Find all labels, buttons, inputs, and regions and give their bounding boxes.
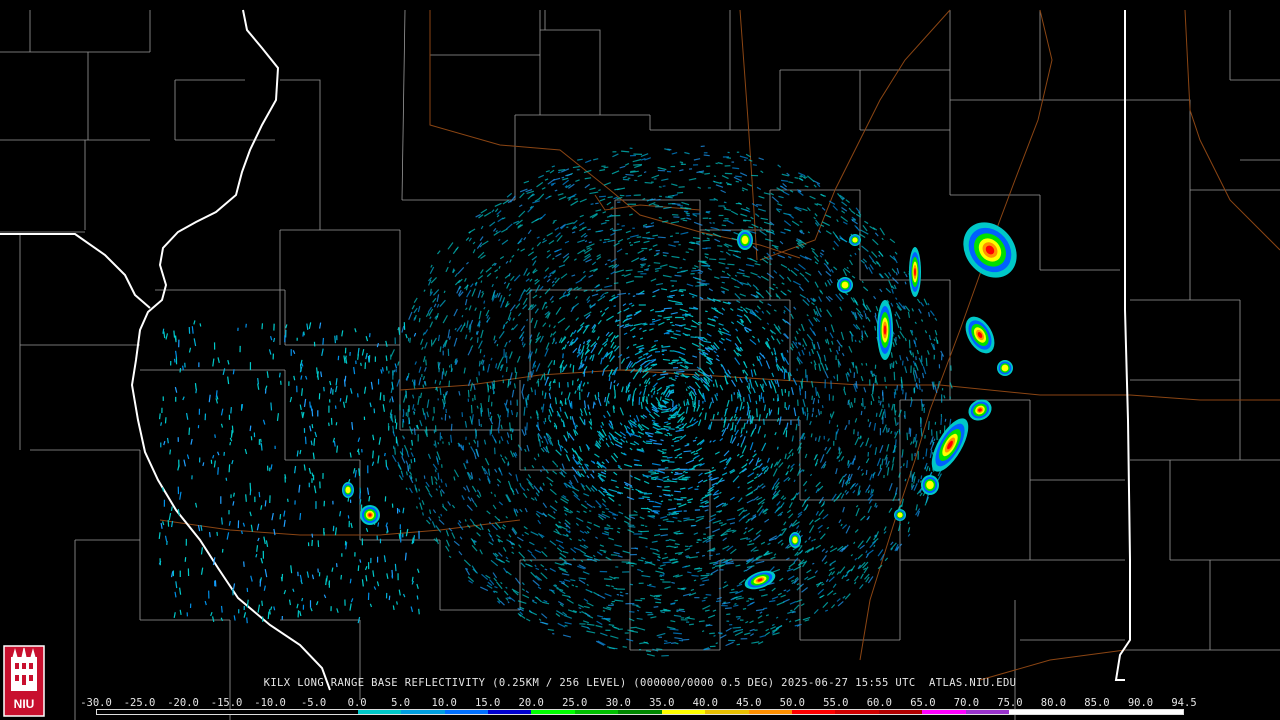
colorbar-label: 10.0 (431, 697, 457, 709)
colorbar-label: 40.0 (692, 697, 718, 709)
colorbar-segment (140, 710, 184, 714)
product-title: KILX LONG RANGE BASE REFLECTIVITY (0.25K… (263, 677, 1017, 689)
storm-cell (897, 512, 903, 518)
state-boundaries (0, 9, 1131, 691)
colorbar-segment (835, 710, 879, 714)
colorbar-label: -5.0 (300, 697, 327, 709)
colorbar-labels: -30.0 -25.0 -20.0 -15.0 -10.0 -5.0 0.0 5.0 10.0 1… (80, 697, 1196, 709)
colorbar-segment (531, 710, 575, 714)
colorbar-label: 55.0 (823, 697, 849, 709)
colorbar-segment (357, 710, 402, 714)
storm-cell (914, 268, 916, 276)
colorbar-label: 70.0 (953, 697, 980, 709)
colorbar-label: 85.0 (1084, 697, 1110, 709)
colorbar (96, 709, 1184, 715)
colorbar-label: 15.0 (475, 697, 501, 709)
storm-cell (792, 536, 798, 544)
colorbar-label: 20.0 (518, 697, 544, 709)
colorbar-segment (270, 710, 315, 714)
colorbar-label: 80.0 (1040, 697, 1067, 709)
colorbar-label: 50.0 (779, 697, 805, 709)
storm-cell (368, 513, 372, 517)
colorbar-segment (1052, 710, 1097, 714)
storm-cell (841, 281, 849, 289)
colorbar-label: 30.0 (605, 697, 631, 709)
storm-cell (741, 235, 749, 245)
colorbar-label: 0.0 (347, 697, 367, 709)
colorbar-segment (401, 710, 445, 714)
colorbar-label: 75.0 (997, 697, 1023, 709)
colorbar-segment (444, 710, 488, 714)
colorbar-segment (792, 710, 836, 714)
colorbar-label: -20.0 (167, 697, 199, 709)
radar-map (0, 9, 1280, 720)
colorbar-segment (922, 710, 966, 714)
colorbar-segment (574, 710, 619, 714)
colorbar-label: 25.0 (562, 697, 588, 709)
colorbar-segment (1139, 710, 1183, 714)
colorbar-segment (314, 710, 358, 714)
colorbar-label: -10.0 (254, 697, 286, 709)
colorbar-segment (618, 710, 662, 714)
colorbar-segment (97, 710, 141, 714)
colorbar-segment (487, 710, 532, 714)
colorbar-label: 35.0 (649, 697, 675, 709)
colorbar-label: -15.0 (210, 697, 243, 709)
colorbar-segment (878, 710, 923, 714)
storm-cell (883, 325, 887, 335)
colorbar-segment (661, 710, 706, 714)
colorbar-label: 90.0 (1127, 697, 1154, 709)
colorbar-segment (748, 710, 792, 714)
colorbar-label: -30.0 (80, 697, 112, 709)
reflectivity-echoes (158, 145, 1017, 657)
storm-cell (345, 486, 351, 494)
colorbar-label: 5.0 (391, 697, 411, 709)
colorbar-segment (183, 710, 228, 714)
colorbar-segment (965, 710, 1010, 714)
colorbar-segment (1096, 710, 1140, 714)
colorbar-segment (227, 710, 271, 714)
colorbar-segment (705, 710, 749, 714)
storm-cell (1001, 364, 1009, 372)
niu-logo: NIU (3, 645, 45, 717)
storm-cell (852, 237, 858, 243)
logo-text: NIU (14, 697, 35, 711)
colorbar-label: 45.0 (736, 697, 762, 709)
colorbar-segment (1009, 710, 1053, 714)
colorbar-label: 94.5 (1171, 697, 1197, 709)
storm-cell (926, 480, 934, 490)
county-boundaries (0, 9, 1280, 720)
colorbar-label: 65.0 (910, 697, 936, 709)
colorbar-label: 60.0 (866, 697, 893, 709)
colorbar-label: -25.0 (123, 697, 156, 709)
